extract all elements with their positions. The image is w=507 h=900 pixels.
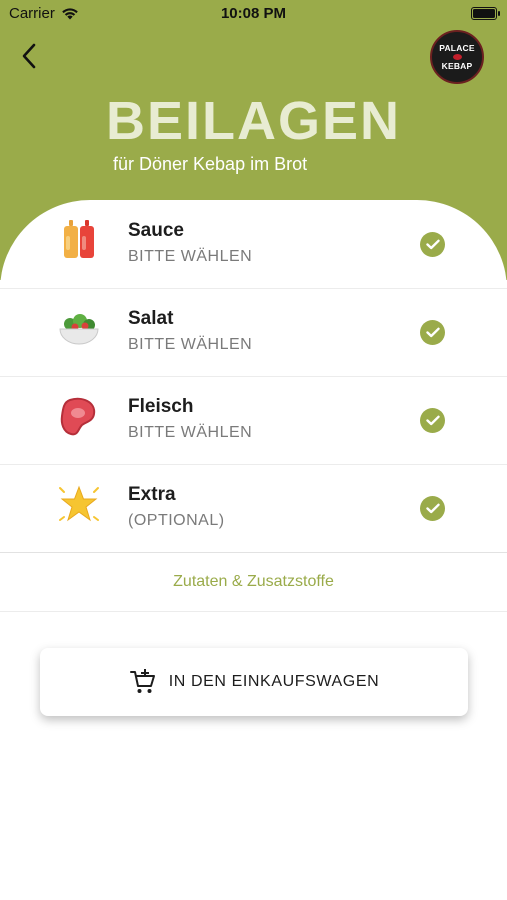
option-name: Sauce bbox=[128, 220, 184, 241]
check-circle-icon bbox=[420, 232, 445, 257]
option-row-fleisch[interactable]: Fleisch BITTE WÄHLEN bbox=[0, 376, 507, 465]
status-time: 10:08 PM bbox=[220, 5, 287, 22]
chevron-left-icon bbox=[22, 43, 36, 69]
salad-bowl-icon bbox=[56, 306, 102, 352]
option-name: Salat bbox=[128, 308, 174, 329]
option-name: Fleisch bbox=[128, 396, 194, 417]
sauce-bottles-icon bbox=[56, 218, 102, 264]
page-subtitle: für Döner Kebap im Brot bbox=[113, 154, 308, 174]
status-bar: Carrier 10:08 PM bbox=[0, 0, 507, 28]
option-name: Extra bbox=[128, 484, 176, 505]
add-to-cart-button[interactable]: IN DEN EINKAUFSWAGEN bbox=[40, 648, 468, 716]
check-circle-icon bbox=[420, 408, 445, 433]
page-title: BEILAGEN bbox=[105, 91, 402, 151]
restaurant-logo: PALACE KEBAP bbox=[430, 30, 484, 84]
check-circle-icon bbox=[420, 496, 445, 521]
add-to-cart-icon bbox=[129, 669, 155, 693]
ingredients-link[interactable]: Zutaten & Zusatzstoffe bbox=[0, 552, 507, 612]
option-hint: BITTE WÄHLEN bbox=[128, 248, 253, 265]
back-button[interactable] bbox=[14, 40, 44, 72]
option-hint: BITTE WÄHLEN bbox=[128, 336, 253, 353]
option-row-salat[interactable]: Salat BITTE WÄHLEN bbox=[0, 288, 507, 377]
option-row-sauce[interactable]: Sauce BITTE WÄHLEN bbox=[0, 200, 507, 289]
star-icon bbox=[56, 482, 102, 528]
meat-icon bbox=[56, 394, 102, 440]
battery-icon bbox=[471, 7, 500, 20]
option-hint: (OPTIONAL) bbox=[128, 512, 225, 529]
option-hint: BITTE WÄHLEN bbox=[128, 424, 253, 441]
check-circle-icon bbox=[420, 320, 445, 345]
add-to-cart-label: IN DEN EINKAUFSWAGEN bbox=[168, 673, 380, 690]
option-row-extra[interactable]: Extra (OPTIONAL) bbox=[0, 464, 507, 553]
